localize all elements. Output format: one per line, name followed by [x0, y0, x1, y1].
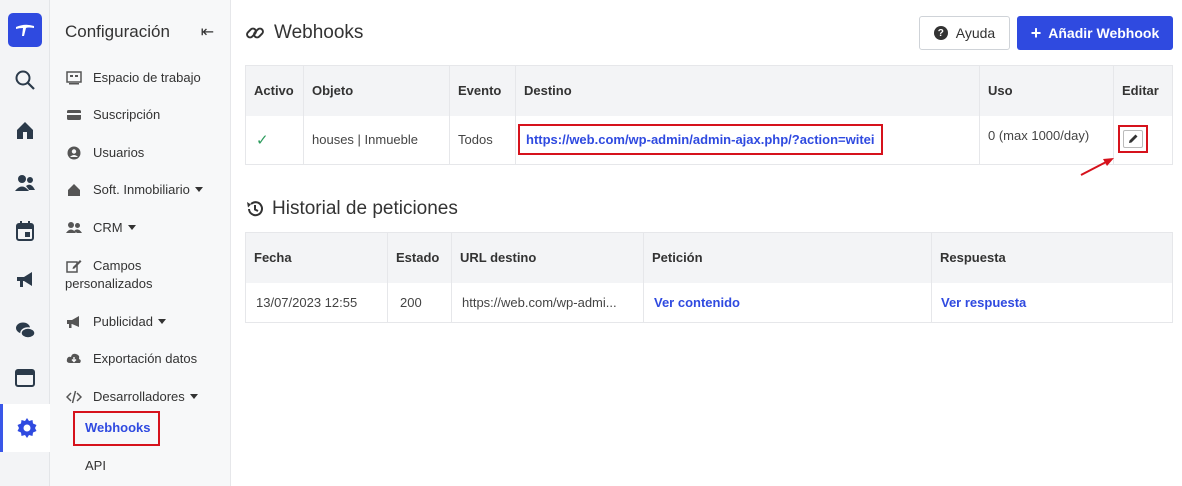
url-cell: https://web.com/wp-admi... [451, 282, 644, 323]
history-icon [247, 201, 263, 217]
status-cell: 200 [387, 282, 452, 323]
sidebar-item-label: Publicidad [93, 314, 153, 329]
help-button[interactable]: ? Ayuda [919, 16, 1010, 50]
add-webhook-label: Añadir Webhook [1048, 25, 1160, 41]
edit-square-icon [65, 259, 83, 273]
settings-gear-icon[interactable] [0, 404, 50, 452]
table-header-row: Fecha Estado URL destino Petición Respue… [245, 232, 1173, 283]
sidebar-item-label: personalizados [65, 276, 153, 291]
sidebar-item-export[interactable]: Exportación datos [65, 351, 197, 366]
page-title: Webhooks [245, 22, 363, 44]
cloud-download-icon [65, 352, 83, 366]
object-cell: houses | Inmueble [303, 115, 450, 165]
plus-icon: + [1030, 22, 1042, 43]
workspace-icon [65, 70, 83, 85]
icon-rail [0, 0, 50, 486]
sidebar-item-label: Desarrolladores [93, 389, 185, 404]
event-cell: Todos [449, 115, 516, 165]
sidebar-item-custom-fields-line2[interactable]: personalizados [65, 276, 152, 291]
sidebar-item-label: Espacio de trabajo [93, 70, 201, 85]
column-header: Estado [387, 232, 452, 283]
history-table: Fecha Estado URL destino Petición Respue… [245, 232, 1173, 323]
sidebar-item-advertising[interactable]: Publicidad [65, 314, 166, 329]
sidebar-item-api[interactable]: API [85, 458, 106, 473]
column-header: URL destino [451, 232, 644, 283]
chevron-down-icon [158, 319, 166, 324]
column-header: Objeto [303, 65, 450, 116]
history-title: Historial de peticiones [245, 198, 458, 220]
chevron-down-icon [189, 394, 198, 399]
sidebar-item-real-estate[interactable]: Soft. Inmobiliario [65, 182, 203, 197]
users-icon [65, 221, 83, 235]
table-header-row: Activo Objeto Evento Destino Uso Editar [245, 65, 1173, 116]
sidebar-item-users[interactable]: Usuarios [65, 145, 144, 160]
column-header: Evento [449, 65, 516, 116]
sidebar-item-subscription[interactable]: Suscripción [65, 107, 160, 122]
sidebar-item-workspace[interactable]: Espacio de trabajo [65, 70, 201, 85]
column-header: Petición [643, 232, 932, 283]
credit-card-icon [65, 108, 83, 122]
destination-link[interactable]: https://web.com/wp-admin/admin-ajax.php/… [518, 124, 883, 156]
webhooks-table: Activo Objeto Evento Destino Uso Editar … [245, 65, 1173, 165]
check-icon: ✓ [256, 131, 269, 149]
sidebar-item-custom-fields[interactable]: Campos [65, 258, 141, 273]
megaphone-icon[interactable] [0, 259, 50, 299]
sidebar-item-label: CRM [93, 220, 123, 235]
code-icon [65, 390, 83, 404]
app-logo[interactable] [8, 13, 42, 47]
page-title-text: Webhooks [274, 22, 364, 43]
sidebar-item-developers[interactable]: Desarrolladores [65, 389, 198, 404]
help-button-label: Ayuda [955, 25, 996, 41]
collapse-sidebar-icon[interactable]: ⇤ [201, 22, 214, 42]
column-header: Respuesta [931, 232, 1173, 283]
sidebar-item-label: Usuarios [93, 145, 145, 160]
column-header: Activo [245, 65, 304, 116]
view-content-link[interactable]: Ver contenido [654, 295, 740, 310]
browser-window-icon[interactable] [0, 358, 50, 398]
search-icon[interactable] [0, 60, 50, 100]
link-icon [246, 27, 264, 39]
sidebar-title: Configuración [65, 22, 170, 41]
highlight-box-webhooks [73, 411, 160, 446]
table-row: ✓ houses | Inmueble Todos https://web.co… [245, 115, 1173, 165]
chat-icon[interactable] [0, 310, 50, 350]
pencil-icon [1123, 129, 1143, 148]
sidebar-item-label: Soft. Inmobiliario [93, 182, 190, 197]
user-circle-icon [65, 146, 83, 160]
chevron-down-icon [194, 187, 203, 192]
column-header: Uso [979, 65, 1114, 116]
megaphone-icon [65, 315, 83, 329]
chevron-down-icon [127, 225, 136, 230]
sidebar-item-label: Exportación datos [93, 351, 198, 366]
sidebar-item-crm[interactable]: CRM [65, 220, 136, 235]
sidebar-item-label: Campos [93, 258, 142, 273]
add-webhook-button[interactable]: + Añadir Webhook [1017, 16, 1173, 50]
usage-cell: 0 (max 1000/day) [979, 115, 1114, 165]
table-row: 13/07/2023 12:55 200 https://web.com/wp-… [245, 282, 1173, 323]
contacts-icon[interactable] [0, 163, 50, 203]
view-response-link[interactable]: Ver respuesta [941, 295, 1026, 310]
column-header: Destino [515, 65, 980, 116]
question-circle-icon: ? [933, 26, 948, 40]
sidebar-item-label: Suscripción [93, 107, 161, 122]
column-header: Fecha [245, 232, 388, 283]
main-content: Webhooks ? Ayuda + Añadir Webhook Activo… [231, 0, 1182, 486]
date-cell: 13/07/2023 12:55 [245, 282, 388, 323]
edit-webhook-button[interactable] [1118, 124, 1148, 153]
house-icon[interactable] [0, 110, 50, 150]
history-title-text: Historial de peticiones [272, 198, 458, 219]
house-icon [65, 183, 83, 197]
calendar-icon[interactable] [0, 211, 50, 251]
column-header: Editar [1113, 65, 1173, 116]
